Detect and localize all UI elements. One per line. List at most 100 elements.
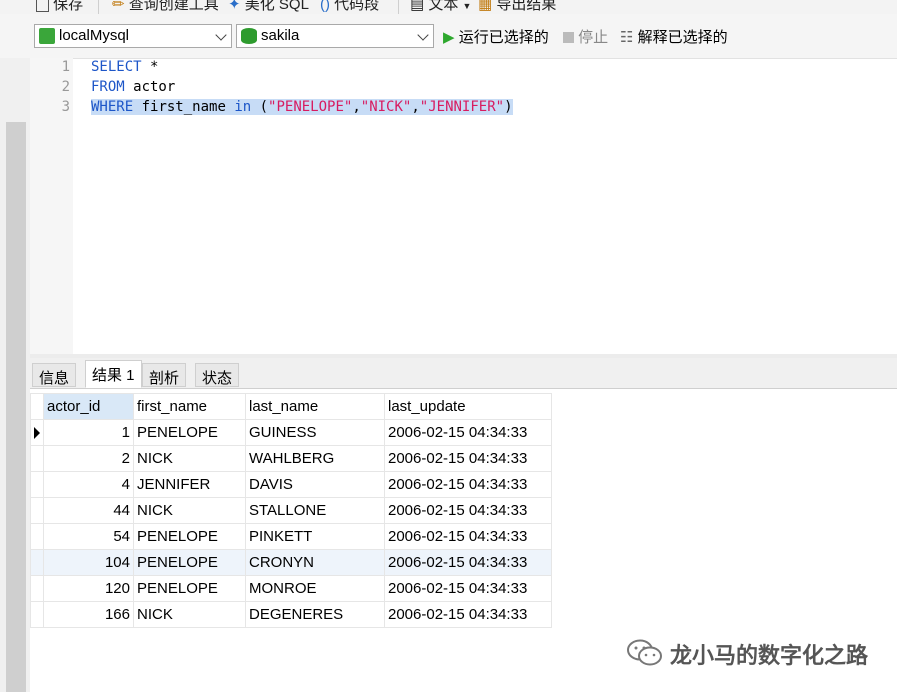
text-mode-button[interactable]: ▤ 文本 ▼ [410,0,471,14]
cell[interactable]: 2006-02-15 04:34:33 [384,549,552,576]
play-icon: ▶ [443,29,455,46]
cell[interactable]: 2006-02-15 04:34:33 [384,523,552,550]
explain-selected-button[interactable]: ☷ 解释已选择的 [620,26,728,47]
cell[interactable]: PENELOPE [133,419,246,446]
sql-text: , [411,99,420,115]
export-results-button[interactable]: ▦ 导出结果 [478,0,556,14]
table-row[interactable]: 120 PENELOPE MONROE 2006-02-15 04:34:33 [30,575,552,602]
cell[interactable]: PENELOPE [133,523,246,550]
cell[interactable]: STALLONE [245,497,385,524]
cell[interactable]: 2006-02-15 04:34:33 [384,471,552,498]
sql-text: * [141,59,159,75]
table-row[interactable]: 104 PENELOPE CRONYN 2006-02-15 04:34:33 [30,549,552,576]
row-indicator [30,575,44,602]
sql-keyword: SELECT [91,59,142,75]
stop-icon [563,32,574,43]
selection-highlight: WHERE first_name in ("PENELOPE","NICK","… [91,99,513,115]
cell[interactable]: NICK [133,601,246,628]
cell[interactable]: 2006-02-15 04:34:33 [384,497,552,524]
tab-status[interactable]: 状态 [195,363,240,387]
column-header[interactable]: last_update [384,393,552,420]
database-value: sakila [261,27,300,44]
cell[interactable]: WAHLBERG [245,445,385,472]
database-select[interactable]: sakila [236,24,434,48]
tab-result-1[interactable]: 结果 1 [85,360,142,388]
save-button[interactable]: 保存 [36,0,83,14]
watermark-text: 龙小马的数字化之路 [670,643,869,668]
table-row[interactable]: 1 PENELOPE GUINESS 2006-02-15 04:34:33 [30,419,552,446]
tab-profile[interactable]: 剖析 [142,363,187,387]
table-row[interactable]: 44 NICK STALLONE 2006-02-15 04:34:33 [30,497,552,524]
toolbar-divider [98,0,99,14]
chevron-down-icon [215,29,227,41]
table-row[interactable]: 4 JENNIFER DAVIS 2006-02-15 04:34:33 [30,471,552,498]
result-tabs: 信息 结果 1 剖析 状态 [30,358,897,389]
left-scrollbar[interactable] [6,122,26,692]
row-indicator-header [30,393,44,420]
cell[interactable]: NICK [133,445,246,472]
sql-text: first_name [133,99,235,115]
database-icon [241,28,257,44]
cell[interactable]: 4 [43,471,134,498]
line-number: 3 [61,99,70,115]
sql-line-3[interactable]: WHERE first_name in ("PENELOPE","NICK","… [91,99,513,115]
query-toolbar: localMysql sakila ▶ 运行已选择的 停止 ☷ 解释已选择的 [0,14,897,59]
cell[interactable]: GUINESS [245,419,385,446]
braces-icon: () [320,0,330,13]
query-builder-button[interactable]: ✏ 查询创建工具 [112,0,219,14]
cell[interactable]: 104 [43,549,134,576]
grid-header-row: actor_id first_name last_name last_updat… [30,393,552,420]
current-row-arrow-icon [34,426,40,439]
line-number: 1 [61,59,70,75]
cell[interactable]: 120 [43,575,134,602]
sql-keyword: WHERE [91,99,134,115]
sql-string: "NICK" [360,99,412,115]
watermark: 龙小马的数字化之路 [626,638,868,668]
cell[interactable]: 2006-02-15 04:34:33 [384,575,552,602]
run-selected-button[interactable]: ▶ 运行已选择的 [443,26,549,47]
cell[interactable]: PINKETT [245,523,385,550]
cell[interactable]: DEGENERES [245,601,385,628]
cell[interactable]: DAVIS [245,471,385,498]
cell[interactable]: 2006-02-15 04:34:33 [384,445,552,472]
row-indicator [30,523,44,550]
sql-line-2[interactable]: FROM actor [91,79,175,95]
beautify-sql-button[interactable]: ✦ 美化 SQL [228,0,309,14]
cell[interactable]: MONROE [245,575,385,602]
pencil-icon: ✏ [112,0,125,13]
cell[interactable]: JENNIFER [133,471,246,498]
cell[interactable]: 54 [43,523,134,550]
table-row[interactable]: 166 NICK DEGENERES 2006-02-15 04:34:33 [30,601,552,628]
connection-select[interactable]: localMysql [34,24,232,48]
column-header[interactable]: last_name [245,393,385,420]
sql-string: "PENELOPE" [268,99,353,115]
sql-text: ( [251,99,269,115]
main-toolbar: 保存 ✏ 查询创建工具 ✦ 美化 SQL () 代码段 ▤ 文本 ▼ ▦ 导出结… [0,0,897,14]
column-header[interactable]: actor_id [43,393,134,420]
stop-button[interactable]: 停止 [563,26,608,47]
sql-text: ) [504,99,513,115]
cell[interactable]: 44 [43,497,134,524]
cell[interactable]: NICK [133,497,246,524]
cell[interactable]: 2006-02-15 04:34:33 [384,601,552,628]
row-indicator [30,419,44,446]
cell[interactable]: 2006-02-15 04:34:33 [384,419,552,446]
snippet-button[interactable]: () 代码段 [320,0,379,14]
chevron-down-icon [417,29,429,41]
sql-keyword: FROM [91,79,125,95]
column-header[interactable]: first_name [133,393,246,420]
sql-line-1[interactable]: SELECT * [91,59,158,75]
table-row[interactable]: 2 NICK WAHLBERG 2006-02-15 04:34:33 [30,445,552,472]
tab-info[interactable]: 信息 [32,363,77,387]
document-icon: ▤ [410,0,425,13]
cell[interactable]: 166 [43,601,134,628]
cell[interactable]: 1 [43,419,134,446]
cell[interactable]: PENELOPE [133,575,246,602]
toolbar-divider [398,0,399,14]
dropdown-arrow-icon: ▼ [462,1,472,11]
cell[interactable]: CRONYN [245,549,385,576]
sql-keyword: in [234,99,252,115]
table-row[interactable]: 54 PENELOPE PINKETT 2006-02-15 04:34:33 [30,523,552,550]
cell[interactable]: 2 [43,445,134,472]
cell[interactable]: PENELOPE [133,549,246,576]
